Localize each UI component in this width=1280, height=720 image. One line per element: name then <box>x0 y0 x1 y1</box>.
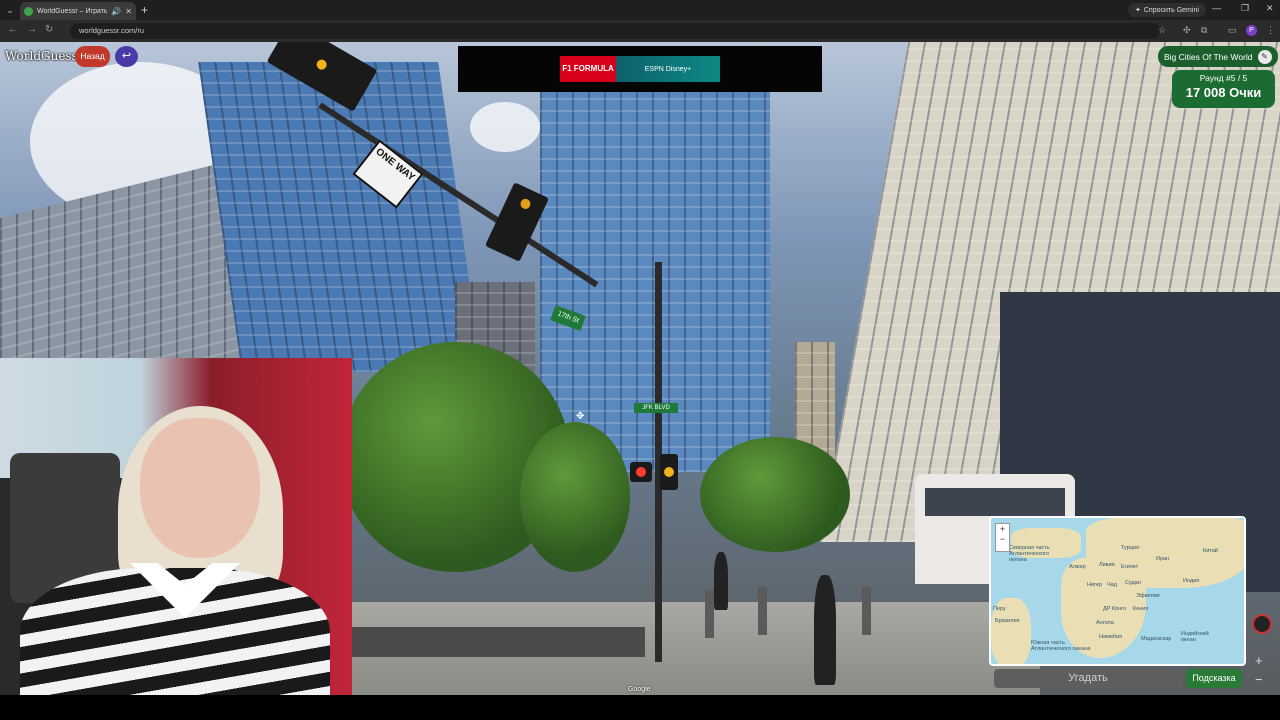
report-icon[interactable] <box>1252 614 1272 634</box>
bus-window <box>925 488 1065 516</box>
cloud <box>470 102 540 152</box>
navigation-crosshair-icon[interactable]: ✥ <box>576 411 584 422</box>
worldguessr-favicon-icon <box>24 6 33 16</box>
google-attribution: Google <box>628 686 651 693</box>
map-label: Иран <box>1156 556 1170 562</box>
pedestrian <box>814 575 836 685</box>
map-label: Перу <box>993 606 1006 612</box>
score-panel: Раунд #5 / 5 17 008 Очки <box>1172 70 1275 108</box>
profile-avatar[interactable]: P <box>1246 25 1257 36</box>
extension-icon[interactable]: ✣ <box>1183 25 1191 36</box>
map-label: Китай <box>1203 548 1218 554</box>
map-label: Бразилия <box>995 618 1020 624</box>
ad-creative[interactable]: F1 FORMULA ESPN Disney+ <box>560 56 720 82</box>
signal-light <box>664 467 674 477</box>
map-label: Индийский океан <box>1181 631 1209 643</box>
gemini-label: Спросить Gemini <box>1143 6 1199 14</box>
street-sign: JFK BLVD <box>634 403 678 413</box>
close-window-icon[interactable]: ✕ <box>1266 3 1274 14</box>
address-bar[interactable]: worldguessr.com/ru <box>70 23 1160 39</box>
extensions-puzzle-icon[interactable]: ⧉ <box>1201 25 1207 36</box>
bookmark-star-icon[interactable]: ☆ <box>1158 25 1166 36</box>
restore-icon[interactable]: ❐ <box>1241 3 1249 14</box>
back-arrow-icon[interactable]: ← <box>8 24 18 35</box>
new-tab-icon[interactable]: + <box>141 3 148 17</box>
map-label: Ливия <box>1099 562 1115 568</box>
bollard <box>758 587 767 635</box>
close-tab-icon[interactable]: ✕ <box>125 7 132 16</box>
return-to-start-icon[interactable]: ↩ <box>115 46 138 67</box>
minimap-zoom-control[interactable]: + − <box>995 523 1010 552</box>
map-label: Кения <box>1133 606 1149 612</box>
browser-tabbar: ⌄ WorldGuessr – Играть в Ge 🔊 ✕ + ✦ Спро… <box>0 0 1280 20</box>
bollard <box>862 587 871 635</box>
bollard <box>705 590 714 638</box>
browser-menu-icon[interactable]: ⋮ <box>1266 25 1275 36</box>
gemini-icon: ✦ <box>1135 7 1141 14</box>
round-counter: Раунд #5 / 5 <box>1199 73 1248 83</box>
map-name-badge[interactable]: Big Cities Of The World ✎ <box>1158 46 1278 67</box>
tab-worldguessr[interactable]: WorldGuessr – Играть в Ge 🔊 ✕ <box>20 2 136 20</box>
zoom-in-icon[interactable]: + <box>1255 653 1263 668</box>
map-label: ДР Конго <box>1103 606 1127 612</box>
streamer-webcam <box>0 358 352 720</box>
back-button[interactable]: Назад <box>75 46 110 67</box>
ad-f1-logo: F1 FORMULA <box>560 56 616 82</box>
webcam-face <box>140 418 260 558</box>
glass-tower-left <box>198 62 482 372</box>
signal-light <box>314 57 329 72</box>
minimize-icon[interactable]: — <box>1212 3 1221 13</box>
browser-toolbar: ← → ↻ worldguessr.com/ru ☆ ✣ ⧉ ▭ P ⋮ <box>0 20 1280 42</box>
pedestrian-signal <box>630 462 652 482</box>
traffic-signal <box>660 454 678 490</box>
map-label: Южная часть Атлантического океана <box>1031 640 1091 652</box>
worldguessr-logo: WorldGuessr <box>5 49 84 63</box>
map-label: Мадагаскар <box>1141 636 1172 642</box>
tree <box>700 437 850 552</box>
forward-arrow-icon[interactable]: → <box>27 24 37 35</box>
ask-gemini-button[interactable]: ✦ Спросить Gemini <box>1128 3 1206 17</box>
map-label: Индия <box>1183 578 1200 584</box>
tree <box>520 422 630 572</box>
map-label: Турция <box>1121 545 1139 551</box>
edit-pencil-icon[interactable]: ✎ <box>1257 49 1272 64</box>
zoom-out-icon[interactable]: − <box>996 534 1009 544</box>
zoom-out-icon[interactable]: − <box>1255 672 1263 687</box>
bottom-letterbox <box>0 695 1280 720</box>
cast-icon[interactable]: ▭ <box>1228 25 1237 36</box>
signal-light <box>518 197 533 211</box>
guess-button[interactable]: Угадать <box>994 669 1182 688</box>
map-label: Алжир <box>1069 564 1086 570</box>
map-label: Египет <box>1121 564 1139 570</box>
tab-title: WorldGuessr – Играть в Ge <box>37 7 108 15</box>
planter-wall <box>350 627 645 657</box>
reload-icon[interactable]: ↻ <box>45 24 53 35</box>
zoom-in-icon[interactable]: + <box>996 524 1009 534</box>
guess-minimap[interactable]: Северная часть Атлантического океана Алж… <box>989 516 1246 666</box>
map-label: Намибия <box>1099 634 1123 640</box>
hint-button[interactable]: Подсказка <box>1186 669 1242 688</box>
map-label: Чад <box>1107 582 1117 588</box>
dont-walk-light <box>636 467 646 477</box>
pedestrian <box>714 552 728 610</box>
map-name: Big Cities Of The World <box>1164 51 1253 62</box>
tab-list-icon[interactable]: ⌄ <box>0 0 20 20</box>
audio-icon[interactable]: 🔊 <box>111 7 121 16</box>
ad-banner[interactable]: F1 FORMULA ESPN Disney+ <box>458 46 822 92</box>
map-label: Нигер <box>1087 582 1103 588</box>
map-label: Ангола <box>1096 620 1114 626</box>
points-total: 17 008 Очки <box>1185 85 1262 100</box>
map-label: Северная часть Атлантического океана <box>1009 545 1050 563</box>
map-label: Судан <box>1125 580 1141 586</box>
ad-espn-logo: ESPN Disney+ <box>616 56 720 82</box>
map-label: Эфиопия <box>1136 593 1160 599</box>
